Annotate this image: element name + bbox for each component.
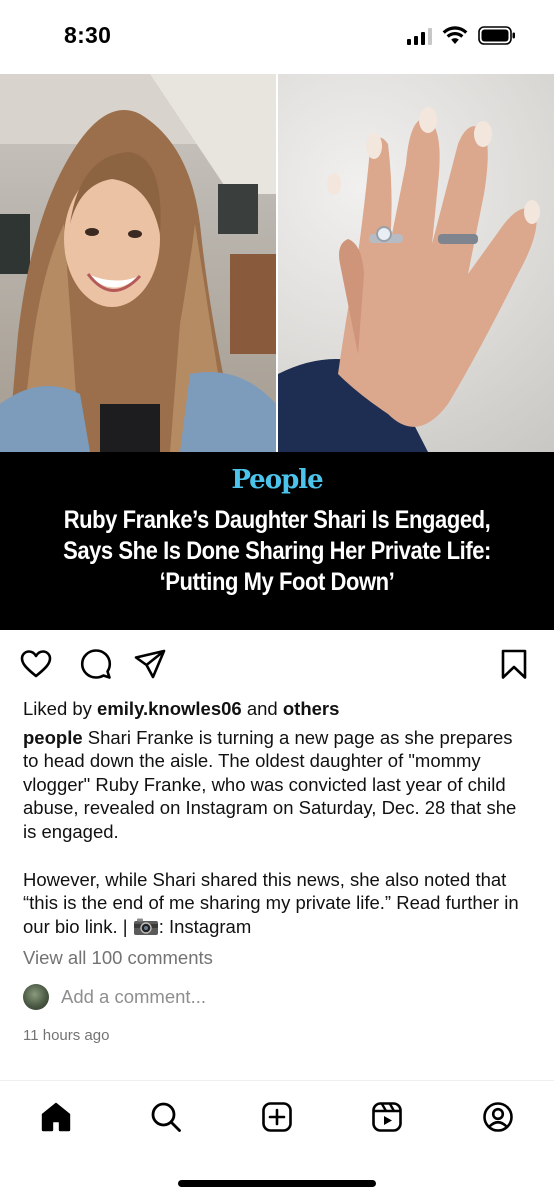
post-actions (0, 630, 554, 694)
heart-icon[interactable] (20, 648, 52, 680)
avatar (23, 983, 49, 1010)
view-all-comments-link[interactable]: View all 100 comments (23, 946, 533, 970)
caption-paragraph-2: However, while Shari shared this news, s… (23, 868, 533, 939)
post-body: Liked by emily.knowles06 and others peop… (23, 697, 533, 1048)
comment-icon[interactable] (80, 648, 112, 680)
search-icon[interactable] (150, 1101, 182, 1133)
caption-paragraph-1: Shari Franke is turning a new page as sh… (23, 726, 517, 842)
likes-line: Liked by emily.knowles06 and others (23, 697, 533, 721)
likes-others-link[interactable]: others (283, 698, 340, 719)
bookmark-icon[interactable] (498, 648, 530, 680)
status-bar: 8:30 (0, 0, 554, 74)
reels-icon[interactable] (371, 1101, 403, 1133)
photo-hand-with-ring (278, 74, 554, 452)
post-image[interactable]: People Ruby Franke’s Daughter Shari Is E… (0, 74, 554, 630)
wifi-icon (442, 26, 468, 44)
home-icon[interactable] (40, 1101, 72, 1133)
photo-young-woman-smiling (0, 74, 276, 452)
cellular-signal-icon (407, 27, 432, 45)
status-time: 8:30 (64, 22, 112, 48)
headline-text: Ruby Franke’s Daughter Shari Is Engaged,… (63, 506, 491, 596)
people-logo: People (231, 465, 323, 495)
caption-author-link[interactable]: people (23, 727, 83, 748)
add-comment-row[interactable]: Add a comment... (23, 983, 533, 1010)
post-timestamp: 11 hours ago (23, 1026, 110, 1044)
liked-by-user-link[interactable]: emily.knowles06 (97, 698, 242, 719)
caption: people Shari Franke is turning a new pag… (23, 726, 533, 939)
profile-icon[interactable] (482, 1101, 514, 1133)
caption-paragraph-2-text: However, while Shari shared this news, s… (23, 868, 519, 937)
camera-emoji-icon (133, 918, 158, 935)
battery-icon (478, 26, 515, 45)
add-comment-input[interactable]: Add a comment... (61, 985, 206, 1009)
status-icons (407, 26, 516, 45)
headline-banner: People Ruby Franke’s Daughter Shari Is E… (0, 452, 554, 630)
create-icon[interactable] (261, 1101, 293, 1133)
caption-credit: : Instagram (158, 915, 252, 937)
home-indicator (178, 1180, 376, 1187)
likes-prefix: Liked by (23, 698, 92, 719)
share-icon[interactable] (134, 648, 166, 680)
likes-middle: and (246, 698, 278, 719)
